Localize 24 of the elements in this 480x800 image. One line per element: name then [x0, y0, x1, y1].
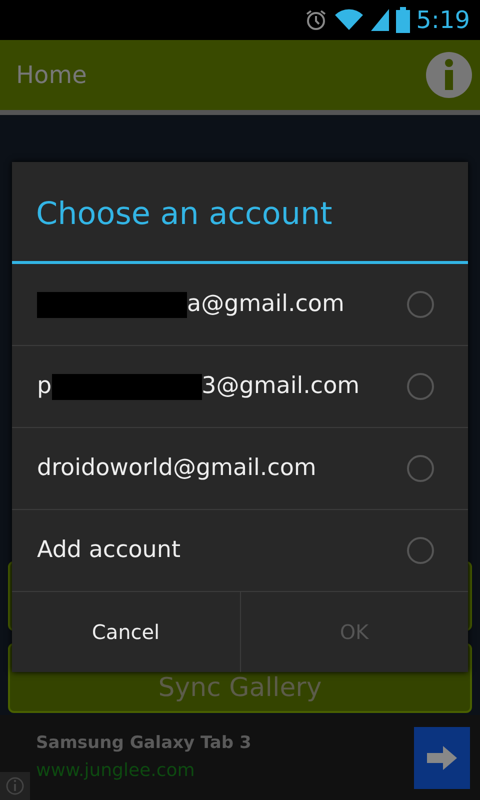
alarm-icon: [304, 8, 328, 32]
account-row[interactable]: a@gmail.com: [12, 264, 468, 346]
account-row[interactable]: Add account: [12, 510, 468, 592]
account-email: 3@gmail.com: [202, 372, 360, 402]
app-title: Home: [16, 60, 87, 91]
account-email: a@gmail.com: [187, 290, 344, 320]
account-email: droidoworld@gmail.com: [37, 454, 316, 484]
account-text-fragment: p: [37, 372, 52, 402]
account-row[interactable]: p 3@gmail.com: [12, 346, 468, 428]
info-icon[interactable]: [426, 52, 472, 98]
account-row[interactable]: droidoworld@gmail.com: [12, 428, 468, 510]
wifi-icon: [334, 8, 364, 32]
battery-icon: [396, 7, 410, 33]
arrow-icon: [427, 746, 457, 770]
radio-button[interactable]: [407, 455, 434, 482]
radio-button[interactable]: [407, 373, 434, 400]
info-icon[interactable]: [0, 772, 30, 800]
dialog-title: Choose an account: [12, 162, 468, 264]
radio-button[interactable]: [407, 537, 434, 564]
radio-button[interactable]: [407, 291, 434, 318]
account-email: Add account: [37, 536, 180, 566]
signal-icon: [370, 8, 390, 32]
ad-arrow-button[interactable]: [414, 726, 470, 788]
clock-time: 5:19: [416, 5, 470, 36]
